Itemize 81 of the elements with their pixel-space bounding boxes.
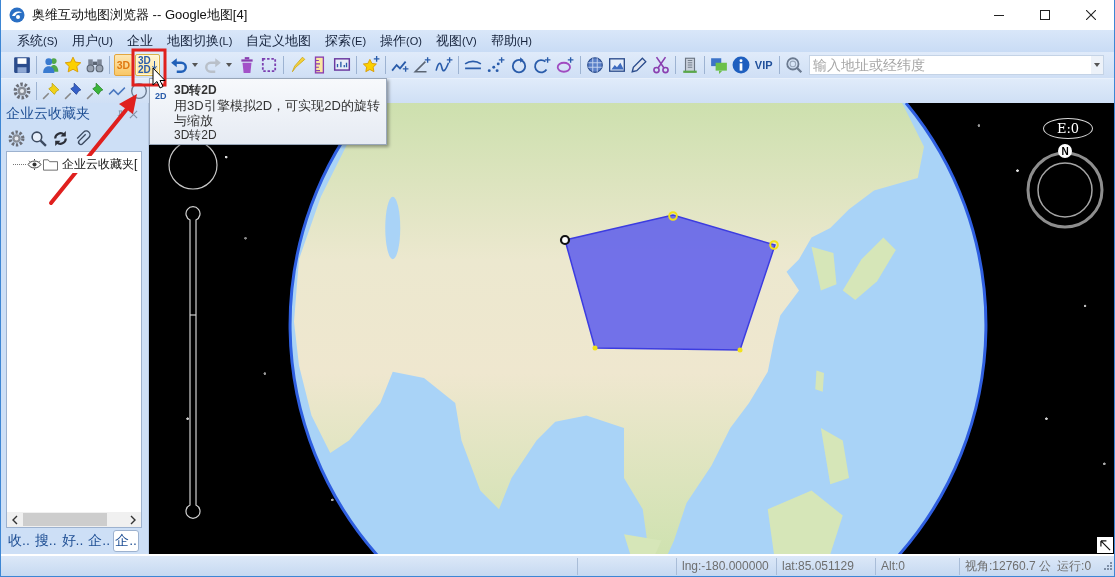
resize-grip-icon[interactable] <box>1103 561 1113 571</box>
north-label: N <box>1058 144 1072 158</box>
corner-arrow-button[interactable] <box>1097 537 1113 553</box>
circle-icon[interactable] <box>130 82 148 100</box>
eye-icon[interactable] <box>27 158 42 170</box>
paperclip-icon[interactable] <box>74 129 91 147</box>
scrollbar-thumb[interactable] <box>23 513 107 526</box>
cursor-icon <box>152 67 166 89</box>
pushpin-icon[interactable] <box>86 82 104 100</box>
view-distance-readout: 视角:12760.7 公 <box>965 557 1052 575</box>
maximize-icon <box>1040 10 1050 20</box>
down-arrow-icon <box>151 60 157 70</box>
binoculars-icon[interactable] <box>86 56 104 74</box>
menu-item[interactable]: 操作(O) <box>374 31 428 51</box>
panel-tab[interactable]: 好.. <box>59 530 86 552</box>
search-icon[interactable] <box>784 56 803 74</box>
gear-icon[interactable] <box>13 82 31 100</box>
star-icon[interactable] <box>64 56 82 74</box>
menu-item[interactable]: 系统(S) <box>11 31 64 51</box>
pencil-icon[interactable] <box>629 56 648 74</box>
vertex-marker-icon[interactable] <box>559 234 571 246</box>
picture-icon[interactable] <box>607 56 626 74</box>
caret-icon[interactable] <box>225 63 232 67</box>
tooltip-icon-label: 2D <box>155 91 168 103</box>
menu-item[interactable]: 自定义地图 <box>240 31 318 51</box>
menu-item[interactable]: 用户(U) <box>65 31 119 51</box>
scissors-icon[interactable] <box>651 56 670 74</box>
panel-title: 企业云收藏夹 <box>6 105 90 123</box>
altitude-readout: Alt:0 <box>881 559 905 573</box>
vip-button[interactable]: VIP <box>751 55 776 75</box>
menu-item[interactable]: 企业 <box>120 31 159 51</box>
menu-item[interactable]: 帮助(H) <box>484 31 538 51</box>
vertex-marker-icon[interactable] <box>592 345 598 351</box>
ellipse-plus-icon[interactable] <box>556 56 575 74</box>
menu-item[interactable]: 探索(E) <box>319 31 373 51</box>
star-plus-icon[interactable] <box>361 56 380 74</box>
close-icon <box>1086 10 1096 20</box>
vertex-marker-icon[interactable] <box>737 347 743 353</box>
chat-icon[interactable] <box>709 56 728 74</box>
panel-tab[interactable]: 企.. <box>86 530 113 552</box>
horizontal-scrollbar[interactable] <box>7 512 141 527</box>
longitude-readout: lng:-180.000000 <box>682 559 769 573</box>
save-icon[interactable] <box>13 56 31 74</box>
rotate-circle-icon[interactable] <box>510 56 529 74</box>
app-logo-icon <box>9 7 25 23</box>
polygon-overlay[interactable] <box>564 214 776 351</box>
wave-plus-icon[interactable] <box>434 56 453 74</box>
users-icon[interactable] <box>42 56 60 74</box>
minimize-icon <box>994 14 1004 16</box>
panel-tab[interactable]: 企.. <box>113 530 139 552</box>
monitor-icon[interactable] <box>332 56 351 74</box>
grid-globe-icon[interactable] <box>585 56 604 74</box>
run-readout: 运行:0 <box>1057 557 1092 575</box>
angle-plus-icon[interactable] <box>412 56 431 74</box>
info-icon[interactable] <box>731 56 750 74</box>
view-mode-button[interactable]: 3D 2D <box>135 54 160 76</box>
panel-tab[interactable]: 搜.. <box>32 530 59 552</box>
tree-item[interactable]: 企业云收藏夹[ <box>62 155 138 173</box>
folder-icon <box>43 157 58 171</box>
tooltip-footer: 3D转2D <box>174 128 385 143</box>
caret-icon[interactable] <box>191 63 198 67</box>
close-icon[interactable] <box>129 109 138 119</box>
dots-plus-icon[interactable] <box>487 56 506 74</box>
menu-item[interactable]: 视图(V) <box>429 31 483 51</box>
building-icon[interactable] <box>680 56 699 74</box>
tooltip-title: 3D转2D <box>174 82 218 98</box>
highlight-frame <box>131 48 167 87</box>
window-title: 奥维互动地图浏览器 -- Google地图[4] <box>32 6 248 24</box>
pin-icon[interactable] <box>116 109 125 119</box>
gear-icon[interactable] <box>8 129 25 147</box>
menu-item[interactable]: 地图切换(L) <box>160 31 239 51</box>
pushpin-icon[interactable] <box>64 82 82 100</box>
latitude-readout: lat:85.051129 <box>782 559 854 573</box>
refresh-icon[interactable] <box>52 129 69 147</box>
undo-icon[interactable] <box>169 56 188 74</box>
search-icon[interactable] <box>30 129 47 147</box>
dashed-rectangle-icon[interactable] <box>259 56 278 74</box>
zoom-slider-track[interactable] <box>185 206 201 519</box>
arc-plus-icon[interactable] <box>533 56 552 74</box>
arrow-icon <box>1099 539 1111 551</box>
panel-tab[interactable]: 收.. <box>6 530 32 552</box>
